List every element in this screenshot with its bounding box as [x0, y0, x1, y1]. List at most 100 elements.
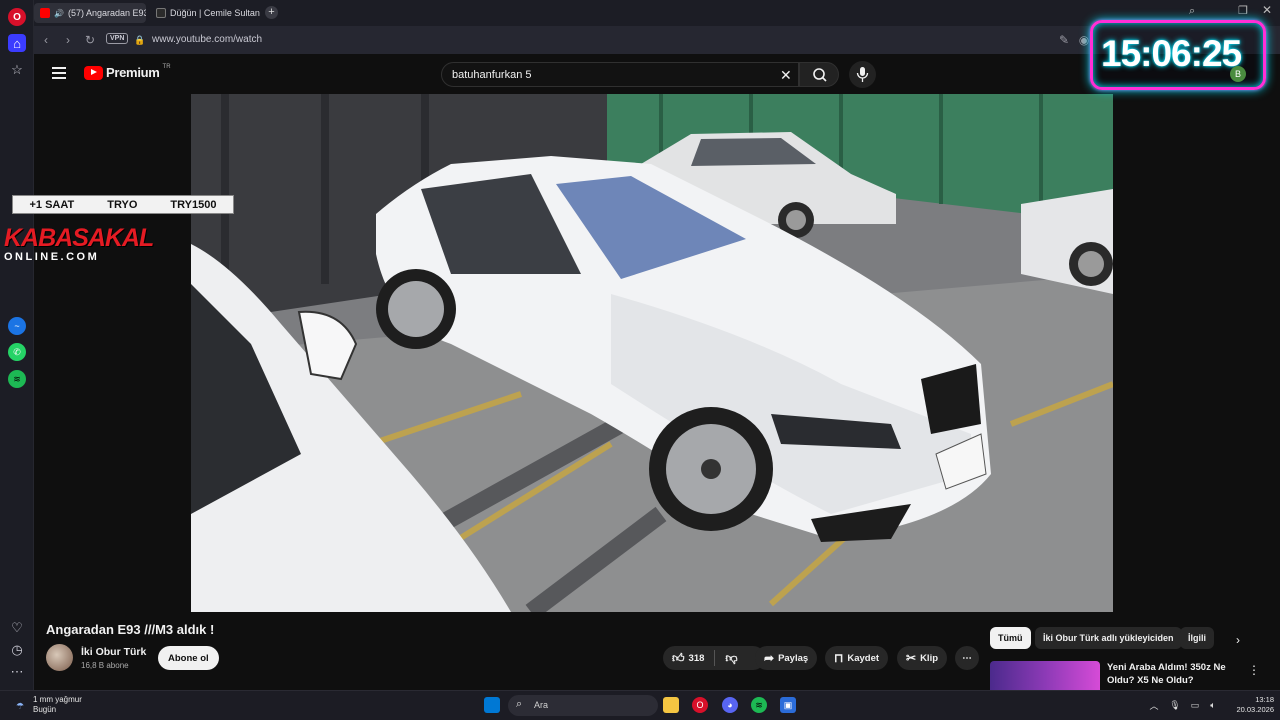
new-tab-button[interactable]: + [265, 6, 278, 19]
promo-item: +1 SAAT [29, 198, 75, 211]
lock-icon[interactable]: 🔒 [132, 32, 148, 48]
reload-icon[interactable]: ↻ [82, 32, 98, 48]
file-explorer-icon[interactable] [663, 697, 679, 713]
divider [714, 650, 716, 666]
account-avatar[interactable]: B [1230, 66, 1246, 82]
weather-day: Bugün [33, 705, 57, 714]
video-frame [191, 94, 1113, 612]
star-icon[interactable]: ☆ [8, 61, 26, 79]
promo-item: TRY1500 [170, 198, 217, 211]
opera-taskbar-icon[interactable]: O [692, 697, 708, 713]
spotify-icon[interactable]: ≋ [8, 370, 26, 388]
spotify-taskbar-icon[interactable]: ≋ [751, 697, 767, 713]
search-icon: ⌕ [516, 698, 523, 710]
whatsapp-icon[interactable]: ✆ [8, 343, 26, 361]
tab-label: Düğün | Cemile Sultan Ko [170, 8, 262, 18]
search-query: batuhanfurkan 5 [452, 69, 532, 81]
like-dislike-group: 👍︎ 318 👎︎ [663, 646, 765, 670]
weather-temp: 1 mm yağmur [33, 695, 82, 704]
brand-logo-top: KABASAKAL [4, 224, 154, 252]
more-actions-button[interactable]: ⋯ [955, 646, 979, 670]
more-horizontal-icon: ⋯ [962, 652, 972, 664]
clip-button[interactable]: ✂ Klip [897, 646, 948, 670]
messenger-icon[interactable]: ~ [8, 317, 26, 335]
microphone-icon [856, 67, 869, 82]
clear-icon[interactable]: ✕ [780, 67, 792, 84]
tray-date: 20.03.2026 [1236, 705, 1274, 714]
logo-text: Premium [106, 65, 160, 80]
app-taskbar-icon[interactable]: ▣ [780, 697, 796, 713]
bookmark-icon: ⊓ [834, 651, 844, 665]
edit-icon[interactable]: ✎ [1056, 32, 1072, 48]
share-button[interactable]: ➦ Paylaş [755, 646, 818, 670]
tray-clock[interactable]: 13:18 20.03.2026 [1228, 695, 1274, 715]
chip-uploader[interactable]: İki Obur Türk adlı yükleyiciden [1035, 627, 1182, 649]
mic-button[interactable] [849, 61, 876, 88]
speaker-icon: 🔊 [54, 8, 64, 18]
youtube-play-icon [84, 65, 103, 80]
tab-youtube[interactable]: 🔊 (57) Angaradan E93 /// [34, 3, 146, 23]
subscriber-count: 16,8 B abone [81, 661, 129, 670]
taskbar-search-label: Ara [534, 700, 549, 710]
clip-label: Klip [920, 652, 939, 664]
subscribe-button[interactable]: Abone ol [158, 646, 219, 670]
url-field[interactable]: www.youtube.com/watch [152, 34, 262, 45]
opera-sidebar: O ⌂ ☆ ~ ✆ ≋ ♡ ◷ ⋯ [0, 0, 34, 690]
microphone-tray-icon[interactable]: 🎙︎ [1167, 697, 1183, 713]
search-icon [813, 68, 827, 82]
channel-avatar[interactable] [46, 644, 73, 671]
logo-region: TR [162, 63, 171, 70]
brand-logo: KABASAKAL ONLINE.COM [4, 224, 154, 263]
clock-time: 15:06:25 [1101, 33, 1242, 74]
weather-icon[interactable]: ☂ [12, 698, 28, 714]
channel-name[interactable]: İki Obur Türk [81, 646, 146, 658]
home-icon[interactable]: ⌂ [8, 34, 26, 52]
tab-label: (57) Angaradan E93 /// [67, 8, 146, 18]
chevron-right-icon[interactable]: › [1236, 633, 1240, 647]
save-button[interactable]: ⊓ Kaydet [825, 646, 889, 670]
close-window-icon[interactable]: ✕ [1262, 3, 1272, 17]
forward-icon[interactable]: › [60, 32, 76, 48]
windows-start-icon[interactable] [484, 697, 500, 713]
tray-time: 13:18 [1255, 695, 1274, 704]
scissors-icon: ✂ [906, 651, 917, 665]
youtube-favicon-icon [40, 8, 50, 18]
like-count[interactable]: 318 [689, 653, 705, 664]
restore-window-icon[interactable]: ❐ [1238, 4, 1248, 17]
chevron-up-icon[interactable]: ︿ [1146, 697, 1162, 713]
network-icon[interactable]: ▭ [1187, 697, 1203, 713]
site-favicon-icon [156, 8, 166, 18]
chip-all[interactable]: Tümü [990, 627, 1031, 649]
search-input[interactable]: batuhanfurkan 5 ✕ [441, 62, 799, 87]
opera-logo-icon[interactable]: O [8, 8, 26, 26]
thumbs-up-icon[interactable]: 👍︎ [672, 651, 685, 666]
heart-icon[interactable]: ♡ [8, 619, 26, 637]
promo-item: TRYO [107, 198, 138, 211]
recommendation-menu-icon[interactable]: ⋮ [1248, 663, 1260, 677]
history-icon[interactable]: ◷ [8, 641, 26, 659]
thumbs-down-icon[interactable]: 👎︎ [725, 651, 737, 666]
search-button[interactable] [799, 62, 839, 87]
video-player[interactable] [191, 94, 1113, 612]
weather-widget[interactable]: 1 mm yağmur Bugün [33, 695, 82, 715]
search-tabs-icon[interactable]: ⌕ [1189, 5, 1195, 18]
youtube-logo[interactable]: Premium TR [84, 63, 171, 80]
menu-icon[interactable] [52, 67, 66, 79]
back-icon[interactable]: ‹ [38, 32, 54, 48]
discord-icon[interactable]: ◕ [722, 697, 738, 713]
chip-related[interactable]: İlgili [1180, 627, 1214, 649]
taskbar-search[interactable]: ⌕ Ara [508, 695, 658, 716]
brand-logo-bottom: ONLINE.COM [4, 251, 100, 263]
vpn-badge[interactable]: VPN [106, 33, 129, 44]
share-label: Paylaş [778, 652, 809, 664]
share-icon: ➦ [764, 651, 775, 665]
recommendation-title[interactable]: Yeni Araba Aldım! 350z Ne Oldu? X5 Ne Ol… [1107, 661, 1232, 687]
recommendation-thumbnail[interactable] [990, 661, 1100, 690]
video-title: Angaradan E93 ///M3 aldık ! [46, 622, 215, 637]
save-label: Kaydet [847, 652, 880, 664]
more-icon[interactable]: ⋯ [8, 663, 26, 681]
promo-bar: +1 SAAT TRYO TRY1500 [12, 195, 234, 214]
taskbar: ☂ 1 mm yağmur Bugün ⌕ Ara O ◕ ≋ ▣ ︿ 🎙︎ ▭… [0, 690, 1280, 720]
tab-wedding[interactable]: Düğün | Cemile Sultan Ko [150, 3, 262, 23]
volume-icon[interactable]: 🔈︎ [1205, 697, 1221, 713]
